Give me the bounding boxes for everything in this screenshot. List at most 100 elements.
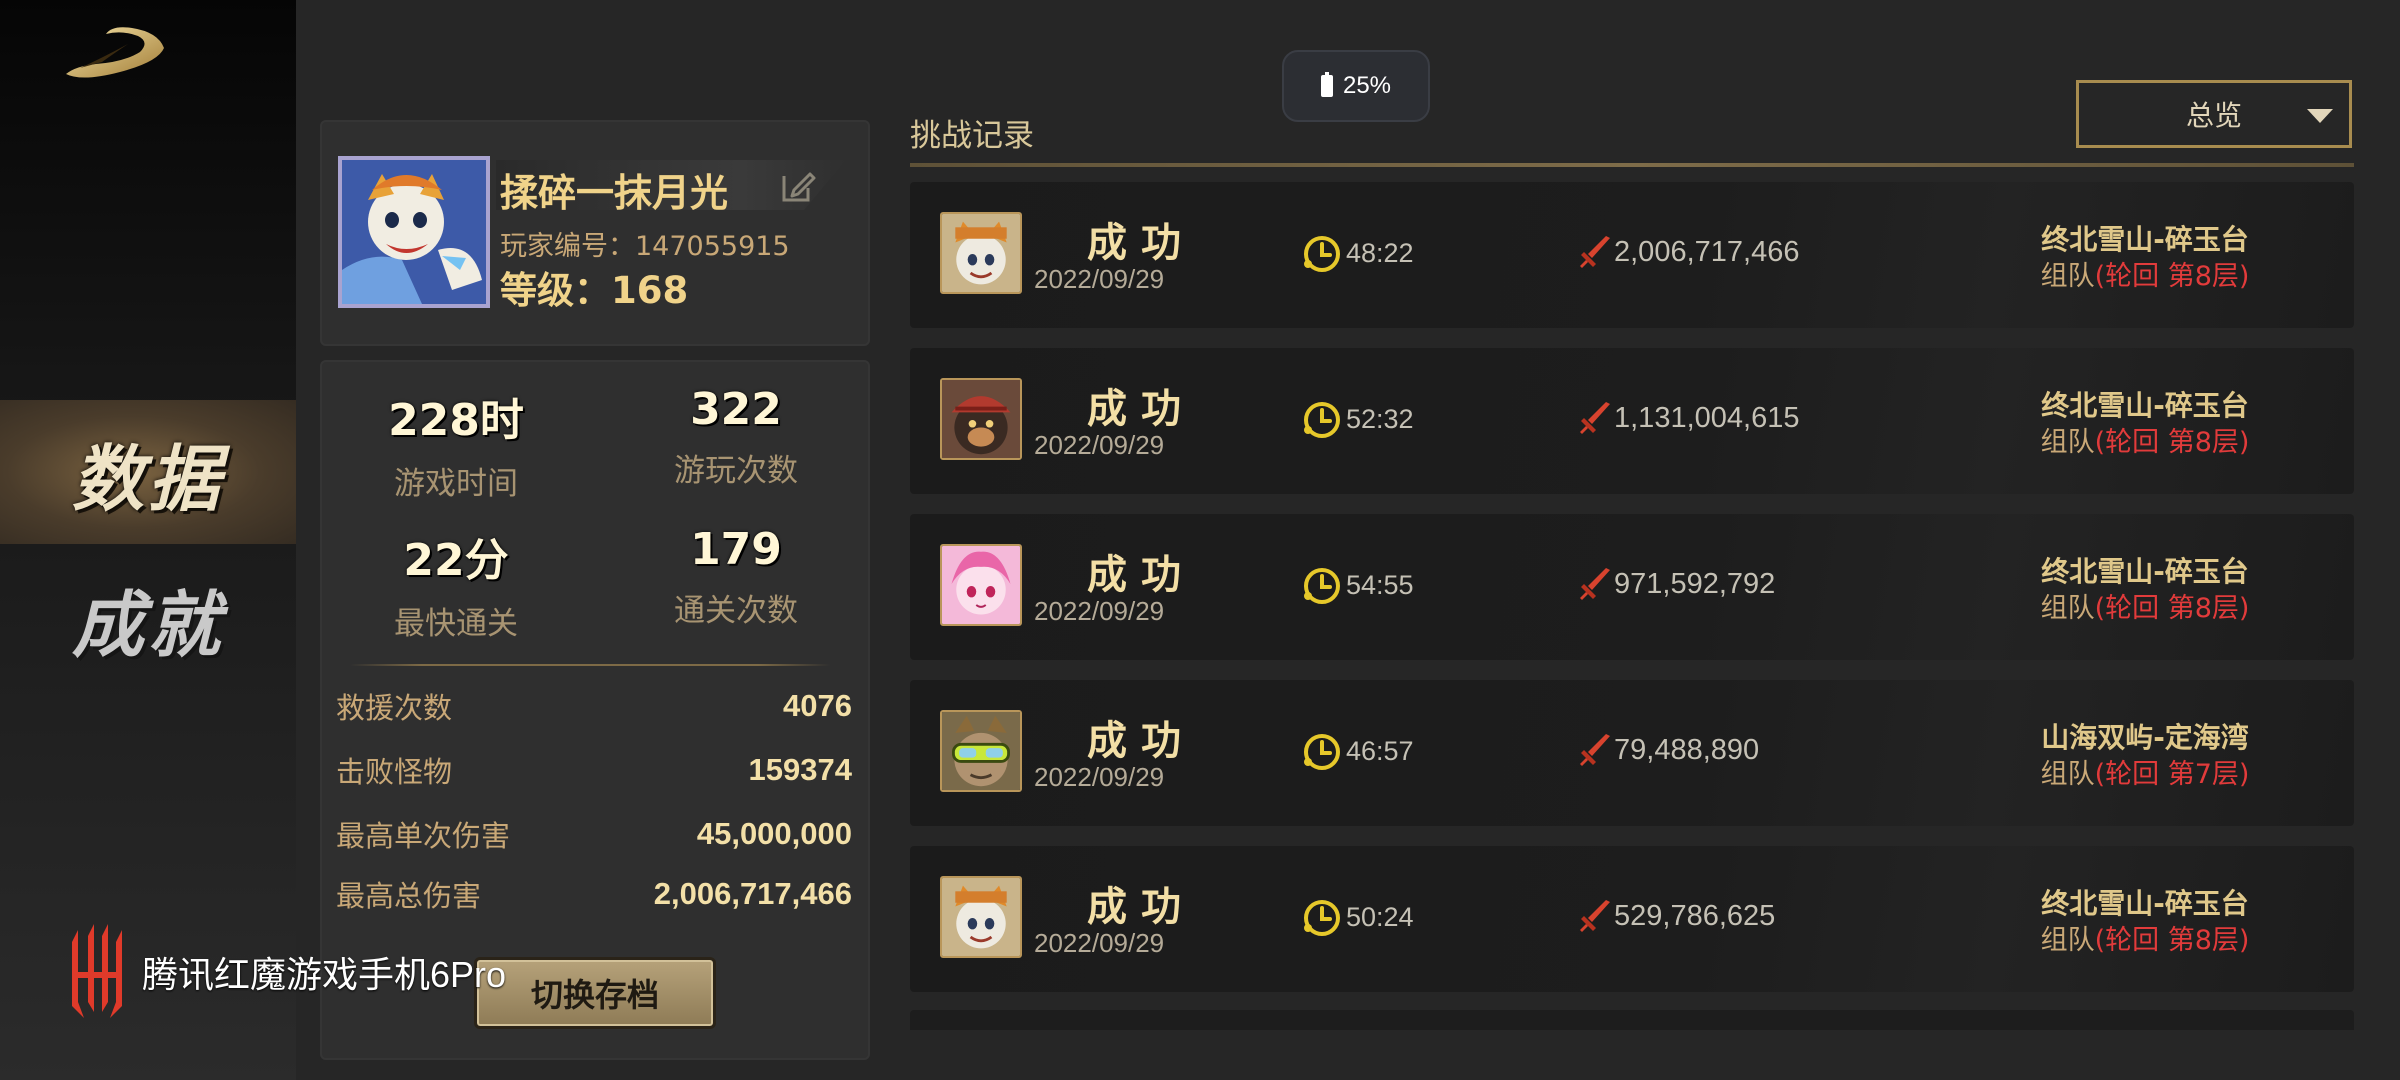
- stat-fastest-clear: 22分 最快通关: [336, 524, 576, 643]
- record-mode: 组队(轮回 第8层): [1990, 420, 2300, 459]
- record-time: 54:55: [1346, 570, 1414, 600]
- record-location: 终北雪山-碎玉台: [2041, 887, 2249, 920]
- record-result: 成功: [1087, 219, 1195, 266]
- stat-clear-count: 179 通关次数: [616, 524, 856, 630]
- stat-row-label: 救援次数: [336, 691, 453, 725]
- player-level-value: 168: [611, 269, 689, 312]
- player-level: 等级：168: [500, 260, 688, 314]
- hero-portrait: [940, 212, 1022, 294]
- stat-row-value: 4076: [783, 688, 852, 723]
- record-card[interactable]: 成功 2022/09/29 52:32 1,131,004,615 终北雪山-碎玉台 组队…: [910, 348, 2354, 494]
- stat-row-value: 45,000,000: [696, 816, 852, 851]
- record-mode: 组队(轮回 第8层): [1990, 254, 2300, 293]
- stat-label: 游玩次数: [674, 453, 798, 489]
- record-time: 48:22: [1346, 238, 1414, 268]
- stat-row-value: 159374: [748, 752, 852, 787]
- filter-dropdown[interactable]: 总览: [2076, 80, 2352, 148]
- stat-row-monsters: 击败怪物 159374: [336, 746, 852, 794]
- cat-hero-portrait-icon: [942, 214, 1020, 292]
- cat-warrior-portrait-icon: [342, 160, 486, 304]
- edit-icon[interactable]: [780, 168, 816, 204]
- stat-value: 22分: [403, 535, 509, 586]
- record-card[interactable]: 成功 2022/09/29 48:22 2,006,717,466 终北雪山-碎玉台 组队…: [910, 182, 2354, 328]
- record-date: 2022/09/29: [1034, 430, 1165, 460]
- record-mode: 组队(轮回 第8层): [1990, 918, 2300, 957]
- dropdown-arrow-icon: [2307, 109, 2333, 123]
- nav-item-achievements[interactable]: 成就: [0, 546, 296, 690]
- stat-label: 通关次数: [674, 593, 798, 629]
- profile-card: 揉碎一抹月光 玩家编号：147055915 等级：168: [320, 120, 870, 346]
- stat-label: 游戏时间: [394, 466, 518, 502]
- hero-portrait: [940, 378, 1022, 460]
- player-level-label: 等级：: [500, 269, 611, 312]
- record-mode-detail: (轮回 第7层): [2094, 759, 2250, 790]
- player-avatar[interactable]: [338, 156, 490, 308]
- nav-item-achievements-label: 成就: [71, 581, 224, 667]
- record-mode-prefix: 组队: [2040, 759, 2095, 790]
- records-title: 挑战记录: [910, 118, 1034, 154]
- stat-play-count: 322 游玩次数: [616, 384, 856, 490]
- record-damage: 1,131,004,615: [1614, 402, 1800, 434]
- record-location: 终北雪山-碎玉台: [2041, 555, 2249, 588]
- battery-indicator: 25%: [1282, 50, 1430, 122]
- record-location: 终北雪山-碎玉台: [2041, 223, 2249, 256]
- clock-icon: [1304, 402, 1340, 438]
- switch-save-button[interactable]: 切换存档: [474, 957, 716, 1029]
- device-watermark: 腾讯红魔游戏手机6Pro: [64, 922, 506, 1022]
- stats-divider: [350, 664, 830, 666]
- record-card[interactable]: 成功 2022/09/29 46:57 79,488,890 山海双屿-定海湾 组队(轮回…: [910, 680, 2354, 826]
- sword-damage-icon: [1580, 734, 1610, 766]
- battery-percent: 25%: [1342, 72, 1392, 99]
- record-damage: 529,786,625: [1614, 900, 1776, 932]
- record-mode-prefix: 组队: [2040, 925, 2095, 956]
- record-location: 山海双屿-定海湾: [2041, 721, 2249, 754]
- sword-damage-icon: [1580, 236, 1610, 268]
- hero-portrait: [940, 544, 1022, 626]
- record-date: 2022/09/29: [1034, 762, 1165, 792]
- record-date: 2022/09/29: [1034, 596, 1165, 626]
- record-damage: 2,006,717,466: [1614, 236, 1800, 268]
- sword-damage-icon: [1580, 900, 1610, 932]
- records-divider: [910, 163, 2354, 167]
- goggles-hero-portrait-icon: [942, 712, 1020, 790]
- record-mode-prefix: 组队: [2040, 427, 2095, 458]
- record-result: 成功: [1087, 385, 1195, 432]
- record-mode-prefix: 组队: [2040, 261, 2095, 292]
- record-mode-detail: (轮回 第8层): [2094, 261, 2250, 292]
- record-mode-detail: (轮回 第8层): [2094, 427, 2250, 458]
- stat-row-max-single-damage: 最高单次伤害 45,000,000: [336, 810, 852, 858]
- record-mode-prefix: 组队: [2040, 593, 2095, 624]
- stat-value: 179: [690, 524, 782, 575]
- record-mode: 组队(轮回 第8层): [1990, 586, 2300, 625]
- switch-save-label: 切换存档: [530, 976, 659, 1014]
- pink-girl-portrait-icon: [942, 546, 1020, 624]
- nav-item-data[interactable]: 数据: [0, 400, 296, 544]
- record-card-partial[interactable]: [910, 1010, 2354, 1030]
- record-card[interactable]: 成功 2022/09/29 50:24 529,786,625 终北雪山-碎玉台 组队(轮…: [910, 846, 2354, 992]
- stat-label: 最快通关: [394, 606, 518, 642]
- player-id-label: 玩家编号：: [500, 231, 635, 262]
- record-mode: 组队(轮回 第7层): [1990, 752, 2300, 791]
- record-damage: 971,592,792: [1614, 568, 1776, 600]
- cat-hero-portrait-icon: [942, 878, 1020, 956]
- record-date: 2022/09/29: [1034, 264, 1165, 294]
- hero-portrait: [940, 876, 1022, 958]
- stat-row-label: 最高单次伤害: [336, 819, 511, 853]
- nav-item-data-label: 数据: [71, 435, 224, 521]
- record-time: 50:24: [1346, 902, 1414, 932]
- red-magic-logo-icon: [72, 924, 122, 1018]
- clock-icon: [1304, 734, 1340, 770]
- record-time: 46:57: [1346, 736, 1414, 766]
- stat-row-rescues: 救援次数 4076: [336, 682, 852, 730]
- stat-row-label: 击败怪物: [336, 755, 453, 789]
- clock-icon: [1304, 236, 1340, 272]
- player-id: 玩家编号：147055915: [500, 224, 790, 263]
- stat-value: 322: [690, 384, 782, 435]
- watermark-text: 腾讯红魔游戏手机6Pro: [142, 954, 507, 995]
- record-result: 成功: [1087, 717, 1195, 764]
- clock-icon: [1304, 900, 1340, 936]
- hero-portrait: [940, 710, 1022, 792]
- player-id-value: 147055915: [635, 231, 790, 262]
- record-card[interactable]: 成功 2022/09/29 54:55 971,592,792 终北雪山-碎玉台 组队(轮…: [910, 514, 2354, 660]
- player-name: 揉碎一抹月光: [500, 170, 729, 215]
